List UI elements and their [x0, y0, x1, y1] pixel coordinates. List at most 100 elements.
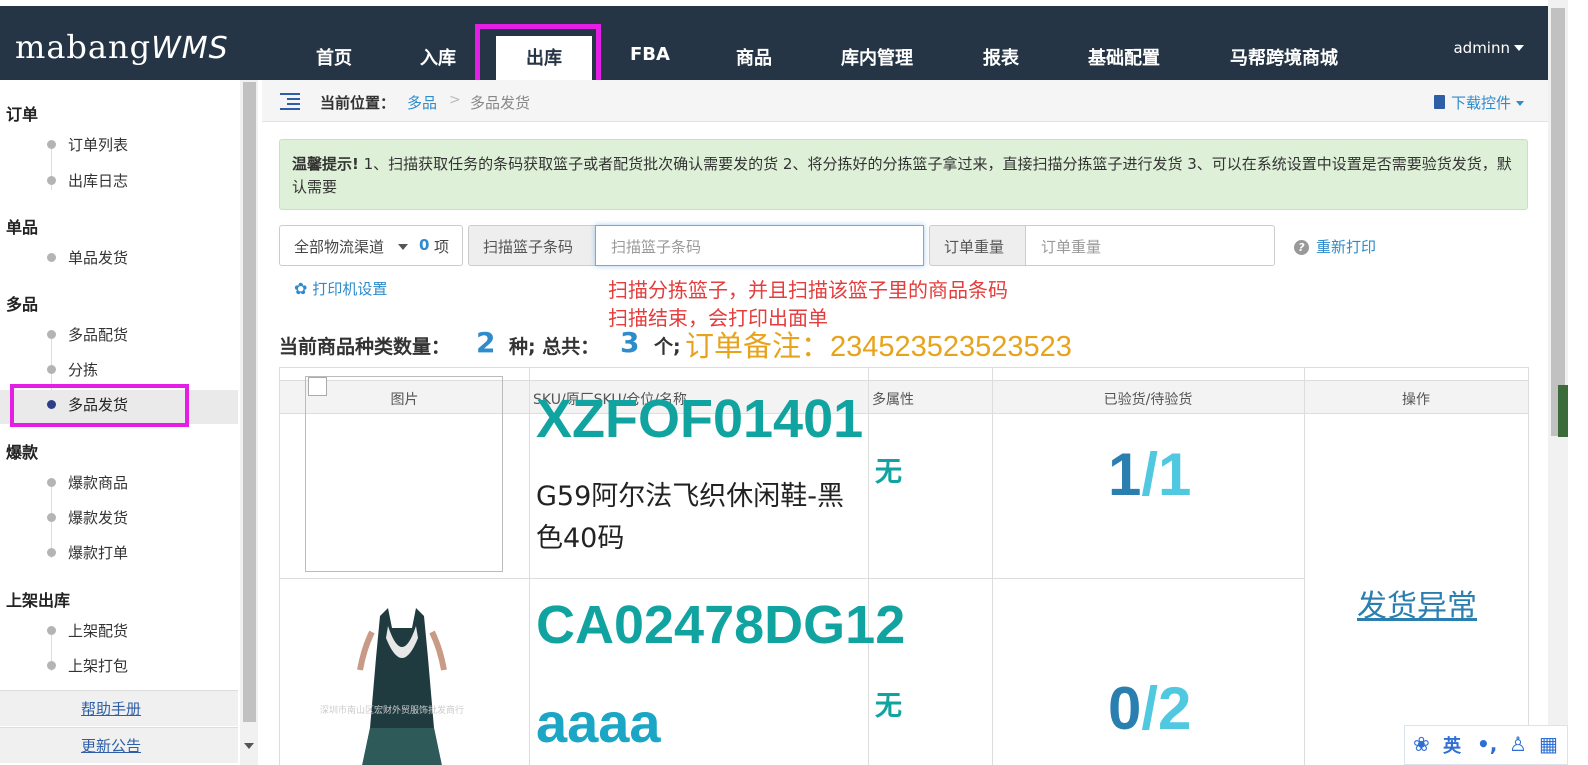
user-icon[interactable]: ♙ [1509, 732, 1527, 756]
punctuation-icon[interactable]: •, [1477, 732, 1497, 756]
bullet-icon [47, 513, 56, 522]
sidebar-item-label: 爆款打单 [68, 544, 129, 562]
checked-count: 1 [1108, 441, 1142, 508]
channel-count: 0 [419, 236, 430, 254]
verify-count: 1/1 [1108, 441, 1192, 508]
sidebar-item-shelf-allocate[interactable]: 上架配货 [0, 616, 238, 650]
sidebar-item-label: 上架打包 [68, 657, 129, 675]
sidebar-item-hot-ship[interactable]: 爆款发货 [0, 503, 238, 537]
nav-item-inbound[interactable]: 入库 [420, 44, 456, 70]
nav-item-config[interactable]: 基础配置 [1088, 44, 1160, 70]
announcement-link[interactable]: 更新公告 [0, 727, 238, 763]
sidebar-scroll-thumb[interactable] [243, 82, 256, 722]
product-name: G59阿尔法飞织休闲鞋-黑色40码 [536, 481, 845, 554]
nav-item-reports[interactable]: 报表 [983, 44, 1019, 70]
nav-item-mall[interactable]: 马帮跨境商城 [1230, 44, 1338, 70]
sku-code: XZFOF01401 [536, 389, 864, 449]
help-manual-link[interactable]: 帮助手册 [0, 690, 238, 726]
ime-lang-toggle[interactable]: 英 [1443, 732, 1461, 758]
scroll-down-arrow-icon[interactable] [244, 743, 254, 749]
sidebar-group-shelf: 上架出库 [6, 591, 71, 610]
kinds-count: 2 [476, 326, 496, 359]
grid-icon[interactable]: ▦ [1539, 732, 1558, 756]
page-scroll-thumb[interactable] [1551, 8, 1565, 436]
sku-code: CA02478DG12 [536, 595, 906, 655]
breadcrumb-current: 多品发货 [470, 94, 531, 112]
weight-input-label: 订单重量 [929, 225, 1026, 266]
tip-text: 1、扫描获取任务的条码获取篮子或者配货批次确认需要发的货 2、将分拣好的分拣篮子… [292, 155, 1512, 196]
paw-icon[interactable]: ❀ [1413, 732, 1430, 756]
caret-down-icon [1514, 45, 1524, 51]
download-icon [1434, 95, 1445, 109]
user-name: adminn [1453, 39, 1510, 57]
col-header-verify: 已验货/待验货 [1103, 392, 1193, 408]
question-icon: ? [1294, 240, 1309, 255]
sidebar-item-label: 上架配货 [68, 622, 129, 640]
basket-input-label: 扫描篮子条码 [468, 225, 596, 266]
total-count: 3 [620, 326, 640, 359]
download-plugin-button[interactable]: 下载控件 [1434, 92, 1525, 113]
sidebar-item-label: 爆款商品 [68, 474, 129, 492]
col-header-action: 操作 [1402, 392, 1430, 408]
sidebar-group-orders: 订单 [6, 105, 39, 124]
help-manual-label: 帮助手册 [81, 700, 142, 718]
tip-title: 温馨提示! [292, 155, 359, 173]
side-widget-tab[interactable] [1558, 385, 1568, 437]
top-navbar: mabangWMS 首页 入库 出库 FBA 商品 库内管理 报表 基础配置 马… [0, 6, 1548, 86]
sidebar-item-label: 多品配货 [68, 326, 129, 344]
sidebar-item-multi-allocate[interactable]: 多品配货 [0, 320, 238, 354]
bullet-icon [47, 253, 56, 262]
total-unit: 个; [654, 336, 681, 358]
sidebar-item-hot-print[interactable]: 爆款打单 [0, 538, 238, 572]
basket-placeholder: 扫描篮子条码 [611, 238, 702, 256]
user-menu[interactable]: adminn [1453, 39, 1524, 57]
items-table: 图片 SKU/原厂SKU/仓位/名称 多属性 已验货/待验货 操作 XZFOF0… [279, 367, 1529, 765]
sidebar-item-order-list[interactable]: 订单列表 [0, 130, 238, 164]
channel-dropdown[interactable]: 全部物流渠道 0 项 [279, 225, 463, 266]
bullet-icon [47, 140, 56, 149]
image-watermark: 深圳市南山区宏财外贸服饰批发商行 [320, 706, 465, 716]
col-header-attr: 多属性 [872, 392, 914, 408]
nav-item-products[interactable]: 商品 [736, 44, 772, 70]
sku-secondary: aaaa [536, 691, 661, 754]
bullet-icon [47, 478, 56, 487]
printer-settings-button[interactable]: ✿ 打印机设置 [294, 278, 387, 299]
nav-item-warehouse[interactable]: 库内管理 [841, 44, 913, 70]
menu-toggle-icon[interactable] [280, 93, 300, 110]
sidebar-highlight-box [10, 384, 189, 427]
bullet-icon [47, 626, 56, 635]
pending-count: 1 [1158, 441, 1192, 508]
sidebar-item-hot-products[interactable]: 爆款商品 [0, 468, 238, 502]
sidebar-item-outbound-log[interactable]: 出库日志 [0, 166, 238, 200]
breadcrumb-separator: > [449, 92, 461, 108]
pending-count: 2 [1158, 675, 1192, 742]
breadcrumb-link[interactable]: 多品 [407, 92, 437, 113]
caret-down-icon [398, 244, 408, 250]
gear-icon: ✿ [294, 279, 308, 298]
shipping-exception-link[interactable]: 发货异常 [1357, 581, 1477, 625]
order-weight-input[interactable]: 订单重量 [1025, 225, 1275, 266]
bullet-icon [47, 548, 56, 557]
sidebar-group-single: 单品 [6, 218, 39, 237]
breadcrumb-label: 当前位置： [320, 94, 396, 112]
ime-toolbar[interactable]: ❀ 英 •, ♙ ▦ [1404, 725, 1568, 765]
sidebar-item-label: 爆款发货 [68, 509, 129, 527]
sidebar-item-label: 订单列表 [68, 136, 129, 154]
bullet-icon [47, 365, 56, 374]
checked-count: 0 [1108, 675, 1142, 742]
attr-value: 无 [875, 691, 902, 722]
reprint-button[interactable]: ? 重新打印 [1294, 236, 1376, 257]
sidebar-item-single-ship[interactable]: 单品发货 [0, 243, 238, 277]
nav-item-home[interactable]: 首页 [316, 44, 352, 70]
sidebar-item-shelf-pack[interactable]: 上架打包 [0, 651, 238, 685]
logo-suffix-text: WMS [151, 31, 229, 66]
kinds-unit: 种; 总共： [509, 336, 600, 358]
channel-count-unit: 项 [434, 238, 450, 256]
download-label: 下载控件 [1451, 94, 1512, 112]
basket-barcode-input[interactable]: 扫描篮子条码 [595, 225, 924, 266]
bullet-icon [47, 661, 56, 670]
nav-item-fba[interactable]: FBA [630, 44, 670, 65]
bullet-icon [47, 330, 56, 339]
logo-main-text: mabang [15, 28, 152, 66]
logo[interactable]: mabangWMS [15, 28, 229, 66]
